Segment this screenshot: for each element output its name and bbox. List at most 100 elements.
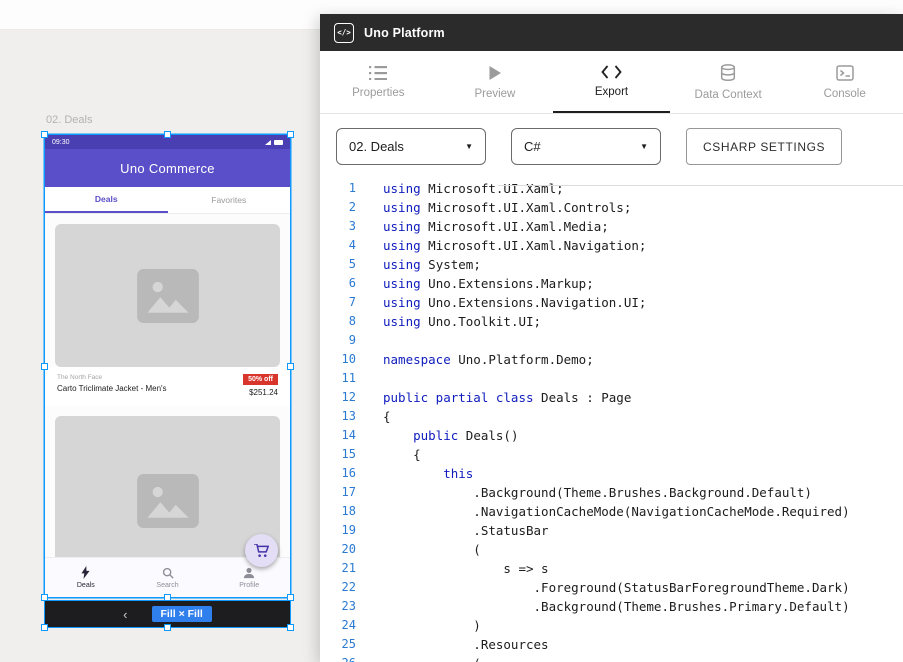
tab-console[interactable]: Console — [786, 51, 903, 113]
code-line: 4using Microsoft.UI.Xaml.Navigation; — [320, 236, 903, 255]
app-bar-title: Uno Commerce — [120, 161, 215, 176]
line-number: 9 — [320, 331, 356, 350]
selection-handle[interactable] — [287, 131, 294, 138]
constraint-bar: ‹ Fill × Fill — [45, 601, 290, 627]
code-text: using Microsoft.UI.Xaml.Controls; — [356, 198, 631, 217]
phone-content: The North Face Carto Triclimate Jacket -… — [45, 214, 290, 557]
line-number: 15 — [320, 445, 356, 464]
code-text: public partial class Deals : Page — [356, 388, 631, 407]
page-select-value: 02. Deals — [349, 139, 404, 154]
code-editor[interactable]: 1using Microsoft.UI.Xaml;2using Microsof… — [320, 179, 903, 662]
code-line: 22 .Foreground(StatusBarForegroundTheme.… — [320, 578, 903, 597]
code-line: 14 public Deals() — [320, 426, 903, 445]
signal-icon — [265, 140, 271, 145]
csharp-settings-button[interactable]: CSHARP SETTINGS — [686, 128, 842, 165]
tab-preview[interactable]: Preview — [437, 51, 554, 113]
selection-handle[interactable] — [287, 363, 294, 370]
nav-label: Profile — [239, 582, 259, 589]
code-line: 21 s => s — [320, 559, 903, 578]
product-brand: The North Face — [57, 374, 167, 381]
product-info-row: The North Face Carto Triclimate Jacket -… — [45, 367, 290, 406]
language-select-value: C# — [524, 139, 541, 154]
code-line: 16 this — [320, 464, 903, 483]
tab-favorites[interactable]: Favorites — [168, 187, 291, 213]
status-icons — [265, 140, 283, 145]
product-price: $251.24 — [249, 388, 278, 397]
code-line: 23 .Background(Theme.Brushes.Primary.Def… — [320, 597, 903, 616]
collapse-chevron-icon[interactable]: ‹ — [123, 608, 127, 621]
tab-label: Properties — [352, 87, 404, 99]
code-icon — [601, 65, 622, 79]
code-line: 26 ( — [320, 654, 903, 662]
selection-handle[interactable] — [164, 594, 171, 601]
nav-item-profile[interactable]: Profile — [208, 558, 290, 597]
product-text: The North Face Carto Triclimate Jacket -… — [57, 374, 167, 397]
selection-handle[interactable] — [287, 624, 294, 631]
image-placeholder-icon — [137, 269, 199, 323]
page-select[interactable]: 02. Deals ▼ — [336, 128, 486, 165]
cart-fab-button[interactable] — [245, 534, 278, 567]
line-number: 8 — [320, 312, 356, 331]
line-number: 4 — [320, 236, 356, 255]
nav-label: Deals — [77, 582, 95, 589]
code-line: 6using Uno.Extensions.Markup; — [320, 274, 903, 293]
selection-handle[interactable] — [41, 624, 48, 631]
fill-constraint-pill[interactable]: Fill × Fill — [152, 606, 212, 622]
line-number: 21 — [320, 559, 356, 578]
code-line: 20 ( — [320, 540, 903, 559]
artboard-label[interactable]: 02. Deals — [46, 114, 92, 126]
selection-handle[interactable] — [287, 594, 294, 601]
play-icon — [488, 65, 502, 81]
nav-item-deals[interactable]: Deals — [45, 558, 127, 597]
tab-properties[interactable]: Properties — [320, 51, 437, 113]
product-pricing: 50% off $251.24 — [243, 374, 278, 397]
code-line: 15 { — [320, 445, 903, 464]
cart-icon — [254, 544, 269, 558]
code-line: 10namespace Uno.Platform.Demo; — [320, 350, 903, 369]
tab-label: Console — [824, 88, 866, 100]
line-number: 1 — [320, 179, 356, 198]
divider — [498, 185, 903, 186]
terminal-icon — [836, 65, 854, 81]
code-line: 24 ) — [320, 616, 903, 635]
line-number: 26 — [320, 654, 356, 662]
selection-handle[interactable] — [164, 131, 171, 138]
export-toolbar: 02. Deals ▼ C# ▼ CSHARP SETTINGS — [320, 114, 903, 179]
code-text: using Microsoft.UI.Xaml.Media; — [356, 217, 609, 236]
image-placeholder-icon — [137, 474, 199, 528]
selection-handle[interactable] — [41, 594, 48, 601]
code-line: 2using Microsoft.UI.Xaml.Controls; — [320, 198, 903, 217]
phone-frame[interactable]: 09:30 Uno Commerce Deals Favorites The N… — [45, 135, 290, 597]
chevron-down-icon: ▼ — [465, 142, 473, 151]
code-line: 18 .NavigationCacheMode(NavigationCacheM… — [320, 502, 903, 521]
code-line: 12public partial class Deals : Page — [320, 388, 903, 407]
code-line: 1using Microsoft.UI.Xaml; — [320, 179, 903, 198]
tab-label: Preview — [474, 88, 515, 100]
line-number: 18 — [320, 502, 356, 521]
line-number: 16 — [320, 464, 356, 483]
tab-data-context[interactable]: Data Context — [670, 51, 787, 113]
tab-label: Data Context — [695, 89, 762, 101]
code-line: 9 — [320, 331, 903, 350]
code-text — [356, 369, 383, 388]
lightning-icon — [81, 566, 90, 579]
line-number: 13 — [320, 407, 356, 426]
discount-badge: 50% off — [243, 374, 278, 385]
tab-export[interactable]: Export — [553, 51, 670, 113]
line-number: 12 — [320, 388, 356, 407]
code-line: 19 .StatusBar — [320, 521, 903, 540]
phone-tab-bar: Deals Favorites — [45, 187, 290, 214]
code-text: using Uno.Extensions.Markup; — [356, 274, 594, 293]
tab-deals[interactable]: Deals — [45, 187, 168, 213]
tab-label: Export — [595, 86, 628, 98]
language-select[interactable]: C# ▼ — [511, 128, 661, 165]
code-line: 7using Uno.Extensions.Navigation.UI; — [320, 293, 903, 312]
selection-handle[interactable] — [41, 363, 48, 370]
code-line: 3using Microsoft.UI.Xaml.Media; — [320, 217, 903, 236]
nav-item-search[interactable]: Search — [127, 558, 209, 597]
selection-handle[interactable] — [41, 131, 48, 138]
code-text: .StatusBar — [356, 521, 549, 540]
selection-handle[interactable] — [164, 624, 171, 631]
profile-icon — [243, 567, 255, 579]
phone-app-bar: Uno Commerce — [45, 149, 290, 187]
